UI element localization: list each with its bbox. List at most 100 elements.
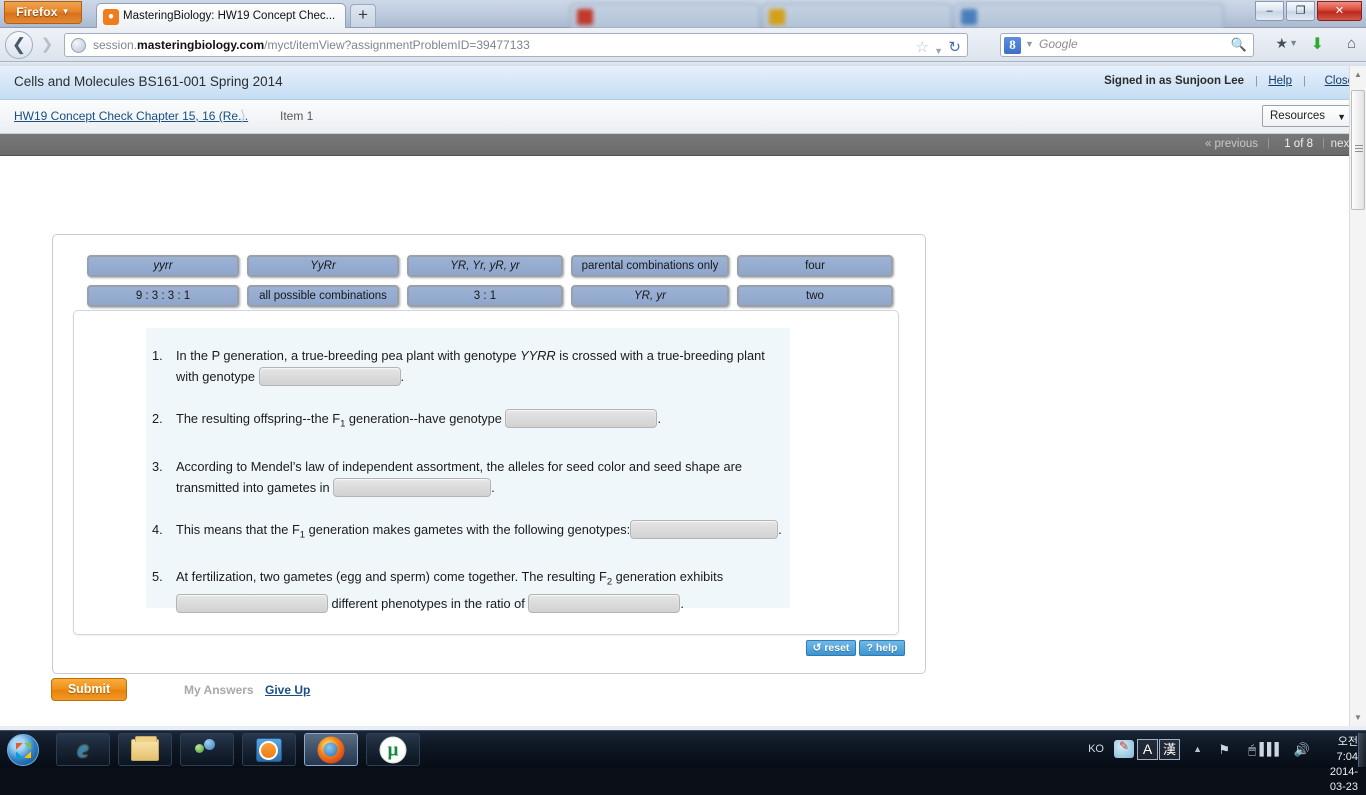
taskbar-item-utorrent[interactable]: µ [366,733,420,766]
browser-tab-background-3[interactable] [954,3,1224,28]
scroll-up-arrow-icon[interactable]: ▲ [1350,66,1366,83]
question-steps-panel: 1. In the P generation, a true-breeding … [146,328,790,608]
step-number: 4. [152,519,163,540]
genotype-text: YYRR [520,348,556,363]
device-icon[interactable]: 🖱 [1248,742,1256,758]
answer-tile[interactable]: 3 : 1 [407,285,563,307]
step-text: . [680,596,684,611]
page-title: Cells and Molecules BS161-001 Spring 201… [14,74,283,89]
clock[interactable]: 오전 7:04 2014-03-23 [1314,735,1358,795]
taskbar-item-messenger[interactable] [180,733,234,766]
ime-alpha-mode[interactable]: A [1137,739,1158,760]
answer-tile[interactable]: YR, Yr, yR, yr [407,255,563,277]
reset-button[interactable]: ↺ reset [806,640,856,656]
drop-target-blank-3[interactable] [333,478,491,497]
step-text: In the P generation, a true-breeding pea… [176,348,520,363]
chevron-down-icon[interactable]: ▼ [1289,38,1298,48]
google-favicon-icon [961,9,977,25]
scrollbar-thumb[interactable] [1351,90,1365,210]
course-header: Cells and Molecules BS161-001 Spring 201… [0,66,1366,100]
nav-divider: | [1267,137,1270,149]
close-window-button[interactable]: ✕ [1317,1,1362,21]
action-center-flag-icon[interactable]: ⚑ [1218,742,1230,758]
show-hidden-icons-icon[interactable]: ▲ [1193,744,1202,754]
step-text: At fertilization, two gametes (egg and s… [176,569,607,584]
drop-target-blank-1[interactable] [259,367,401,386]
close-icon: ✕ [1335,5,1344,17]
chevron-down-icon[interactable]: ▼ [1025,39,1034,49]
new-tab-button[interactable]: + [350,4,376,27]
resources-dropdown[interactable]: Resources ▼ [1262,105,1354,127]
mastering-biology-favicon-icon [103,9,119,25]
chevron-down-icon: ▼ [62,7,70,16]
maximize-button[interactable]: ❐ [1286,1,1315,21]
windows-logo-icon [7,734,39,766]
answer-tile[interactable]: all possible combinations [247,285,399,307]
search-input[interactable]: Google [1039,37,1078,51]
step-text: generation exhibits [612,569,723,584]
taskbar-item-windows-explorer[interactable] [118,733,172,766]
previous-item-link[interactable]: « previous [1205,138,1258,150]
tab-strip: Firefox▼ MasteringBiology: HW19 Concept … [0,0,1366,28]
home-icon[interactable]: ⌂ [1347,35,1356,52]
search-bar[interactable]: 8 ▼ Google 🔍 [1000,33,1254,57]
drop-target-blank-4[interactable] [630,520,778,539]
answer-tile[interactable]: YyRr [247,255,399,277]
firefox-menu-button[interactable]: Firefox▼ [4,1,82,24]
show-desktop-button[interactable] [1358,733,1366,767]
drop-target-blank-6[interactable] [528,594,680,613]
taskbar-item-media-player[interactable] [242,733,296,766]
step-number: 2. [152,408,163,429]
page-favicon-icon [769,9,785,25]
bookmarks-icon[interactable]: ★ [1275,35,1288,52]
ime-hanja-mode[interactable]: 漢 [1159,739,1180,760]
reload-icon[interactable]: ↻ [948,37,961,57]
start-button[interactable] [4,732,48,767]
search-icon[interactable]: 🔍 [1231,37,1247,53]
answer-tile[interactable]: two [737,285,893,307]
chevron-down-icon[interactable]: ▼ [934,40,943,57]
give-up-link[interactable]: Give Up [265,683,310,697]
my-answers-link[interactable]: My Answers [184,683,254,697]
downloads-icon[interactable]: ⬇ [1311,34,1324,54]
globe-icon [71,38,86,53]
browser-tab-background-2[interactable] [762,3,952,28]
ime-pencil-icon[interactable] [1114,740,1134,758]
tray-language-label[interactable]: KO [1088,743,1104,755]
volume-icon[interactable]: 🔊 [1294,742,1310,758]
header-divider: | [1303,75,1306,87]
answer-tile[interactable]: 9 : 3 : 3 : 1 [87,285,239,307]
browser-tab-active[interactable]: MasteringBiology: HW19 Concept Chec... [96,3,346,28]
minimize-button[interactable]: – [1255,1,1284,21]
item-counter: 1 of 8 [1284,138,1313,150]
help-link[interactable]: Help [1268,75,1292,87]
help-button[interactable]: ? help [859,640,905,656]
step-text: different phenotypes in the ratio of [328,596,528,611]
question-card: yyrr YyRr YR, Yr, yR, yr parental combin… [52,234,926,674]
back-button[interactable]: ❮ [5,31,33,59]
answer-bank-row-2: 9 : 3 : 3 : 1 all possible combinations … [87,285,893,307]
breadcrumb-assignment-link[interactable]: HW19 Concept Check Chapter 15, 16 (Re... [14,109,248,123]
submit-button[interactable]: Submit [51,678,127,701]
network-signal-icon[interactable]: ▌▌▌ [1259,742,1282,756]
internet-explorer-icon: e [70,737,96,763]
taskbar-item-internet-explorer[interactable]: e [56,733,110,766]
browser-tab-background-1[interactable] [570,3,760,28]
clock-time: 오전 7:04 [1314,735,1358,765]
forward-button[interactable]: ❯ [36,34,58,56]
page-content: Cells and Molecules BS161-001 Spring 201… [0,66,1366,726]
page-scrollbar[interactable]: ▲ ▼ [1349,66,1366,726]
answer-tile[interactable]: yyrr [87,255,239,277]
bookmark-star-icon[interactable]: ☆ [916,37,929,57]
answer-tile[interactable]: YR, yr [571,285,729,307]
reset-label: reset [824,642,849,654]
resources-label: Resources [1270,110,1325,122]
address-bar[interactable]: session.masteringbiology.com/myct/itemVi… [64,33,968,57]
step-text: . [401,369,405,384]
taskbar-item-firefox[interactable] [304,733,358,766]
answer-tile[interactable]: parental combinations only [571,255,729,277]
drop-target-blank-5[interactable] [176,594,328,613]
answer-tile[interactable]: four [737,255,893,277]
scroll-down-arrow-icon[interactable]: ▼ [1350,709,1366,726]
drop-target-blank-2[interactable] [505,409,657,428]
